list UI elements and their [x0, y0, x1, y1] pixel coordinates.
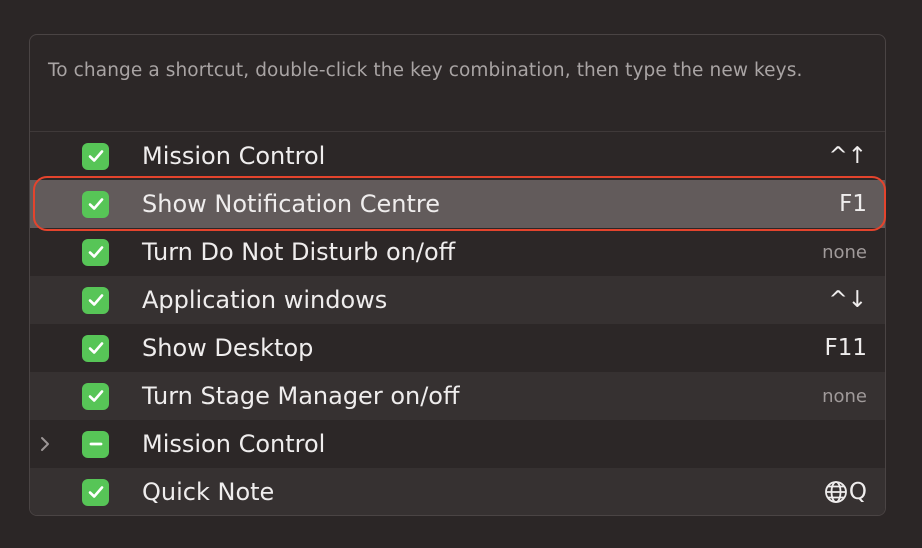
row-label: Mission Control	[142, 430, 326, 458]
checkbox-checked-icon[interactable]	[82, 478, 109, 506]
shortcut-row-mission-control[interactable]: Mission Control ^↑	[30, 132, 885, 180]
checkbox-checked-icon[interactable]	[82, 334, 109, 362]
row-label: Quick Note	[142, 478, 275, 506]
shortcut-keys[interactable]: F11	[825, 335, 868, 361]
row-label: Show Desktop	[142, 334, 314, 362]
checkbox-checked-icon[interactable]	[82, 142, 109, 170]
shortcut-group-mission-control[interactable]: Mission Control	[30, 420, 885, 468]
shortcut-row-quick-note[interactable]: Quick Note Q	[30, 468, 885, 515]
instructions-text: To change a shortcut, double-click the k…	[48, 60, 803, 81]
row-label: Turn Do Not Disturb on/off	[142, 238, 456, 266]
shortcut-row-show-notification-centre[interactable]: Show Notification Centre F1	[30, 180, 885, 228]
row-label: Application windows	[142, 286, 388, 314]
globe-icon	[824, 481, 847, 503]
checkbox-mixed-icon[interactable]	[82, 430, 109, 458]
shortcut-keys[interactable]: ^↑	[828, 143, 867, 169]
checkbox-checked-icon[interactable]	[82, 190, 109, 218]
shortcut-row-application-windows[interactable]: Application windows ^↓	[30, 276, 885, 324]
checkbox-checked-icon[interactable]	[82, 238, 109, 266]
shortcut-keys[interactable]: F1	[839, 191, 867, 217]
shortcut-keys[interactable]: Q	[824, 479, 867, 505]
shortcut-row-stage-manager[interactable]: Turn Stage Manager on/off none	[30, 372, 885, 420]
shortcut-list: Mission Control ^↑ Show Notification Cen…	[30, 131, 885, 515]
row-label: Mission Control	[142, 142, 326, 170]
chevron-right-icon[interactable]	[38, 434, 52, 454]
shortcut-row-do-not-disturb[interactable]: Turn Do Not Disturb on/off none	[30, 228, 885, 276]
checkbox-checked-icon[interactable]	[82, 286, 109, 314]
shortcut-keys[interactable]: none	[822, 242, 867, 263]
shortcut-keys[interactable]: none	[822, 386, 867, 407]
row-label: Show Notification Centre	[142, 190, 440, 218]
shortcut-key-letter: Q	[848, 479, 867, 505]
row-label: Turn Stage Manager on/off	[142, 382, 460, 410]
shortcuts-panel: To change a shortcut, double-click the k…	[29, 34, 886, 516]
shortcut-keys[interactable]: ^↓	[828, 287, 867, 313]
checkbox-checked-icon[interactable]	[82, 382, 109, 410]
shortcut-row-show-desktop[interactable]: Show Desktop F11	[30, 324, 885, 372]
